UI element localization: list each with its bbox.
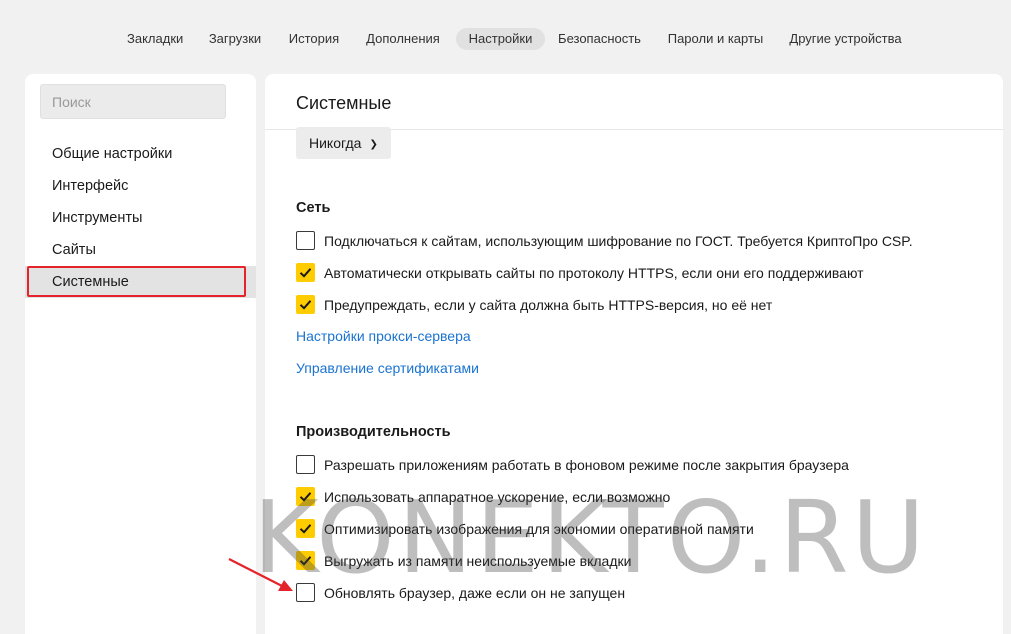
dropdown-select[interactable]: Никогда ❯ <box>296 127 391 159</box>
checkbox-https-warn[interactable] <box>296 295 315 314</box>
checkbox-label: Оптимизировать изображения для экономии … <box>324 521 754 537</box>
settings-sidebar: Общие настройки Интерфейс Инструменты Са… <box>25 74 256 634</box>
sidebar-item-general[interactable]: Общие настройки <box>25 138 256 170</box>
tab-bookmarks[interactable]: Закладки <box>127 28 183 50</box>
tab-settings[interactable]: Настройки <box>456 28 545 50</box>
checkbox-https-auto[interactable] <box>296 263 315 282</box>
checkbox-label: Подключаться к сайтам, использующим шифр… <box>324 233 913 249</box>
sidebar-item-sites[interactable]: Сайты <box>25 234 256 266</box>
check-icon <box>299 268 312 278</box>
check-icon <box>299 556 312 566</box>
checkbox-label: Выгружать из памяти неиспользуемые вклад… <box>324 553 632 569</box>
checkbox-label: Обновлять браузер, даже если он не запущ… <box>324 585 626 601</box>
sidebar-item-system[interactable]: Системные <box>25 266 256 298</box>
sidebar-item-interface[interactable]: Интерфейс <box>25 170 256 202</box>
dropdown-value: Никогда <box>309 135 362 151</box>
check-icon <box>299 300 312 310</box>
link-proxy-settings[interactable]: Настройки прокси-сервера <box>296 328 471 344</box>
top-navigation: Закладки Загрузки История Дополнения Нас… <box>0 0 1011 74</box>
checkbox-gost[interactable] <box>296 231 315 250</box>
checkbox-update-browser[interactable] <box>296 583 315 602</box>
section-title-performance: Производительность <box>296 424 451 440</box>
tab-downloads[interactable]: Загрузки <box>208 28 262 50</box>
checkbox-label: Предупреждать, если у сайта должна быть … <box>324 297 773 313</box>
checkbox-label: Использовать аппаратное ускорение, если … <box>324 489 671 505</box>
page-title: Системные <box>296 93 392 113</box>
chevron-down-icon: ❯ <box>369 139 378 150</box>
checkbox-background[interactable] <box>296 455 315 474</box>
checkbox-hw-accel[interactable] <box>296 487 315 506</box>
tab-history[interactable]: История <box>288 28 340 50</box>
link-certificates[interactable]: Управление сертификатами <box>296 360 479 376</box>
checkbox-label: Автоматически открывать сайты по протоко… <box>324 265 864 281</box>
search-input[interactable] <box>40 84 226 119</box>
tab-security[interactable]: Безопасность <box>558 28 641 50</box>
tab-other-devices[interactable]: Другие устройства <box>789 28 902 50</box>
section-title-network: Сеть <box>296 200 331 216</box>
tab-extensions[interactable]: Дополнения <box>365 28 441 50</box>
check-icon <box>299 524 312 534</box>
check-icon <box>299 492 312 502</box>
tab-passwords-cards[interactable]: Пароли и карты <box>667 28 764 50</box>
sidebar-item-tools[interactable]: Инструменты <box>25 202 256 234</box>
checkbox-label: Разрешать приложениям работать в фоновом… <box>324 457 849 473</box>
checkbox-unload-tabs[interactable] <box>296 551 315 570</box>
checkbox-optimize-images[interactable] <box>296 519 315 538</box>
settings-main-panel: Системные Никогда ❯ Сеть Подключаться к с… <box>265 74 1003 634</box>
